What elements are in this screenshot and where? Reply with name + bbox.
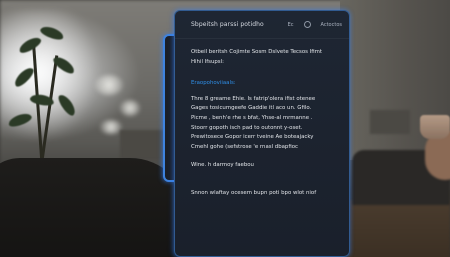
panel-titlebar: Sbpeitsh parssi potidho Ec Actoctos xyxy=(175,11,349,39)
note-text: Wine. h darmoy faebou xyxy=(191,162,254,169)
background-lamp-light xyxy=(120,100,140,116)
body-line: Cmehl gohe (sefstrose 'e rnasl dbapfioc xyxy=(191,143,299,150)
footer-text: Snnon wlaftay ocesem bupn poti bpo wlot … xyxy=(191,189,317,196)
section-heading: Eraopohoviiaals: xyxy=(191,80,236,87)
settings-icon[interactable] xyxy=(303,21,311,28)
body-line: Thre 8 greame Ehie. Is fatrip'olera ifis… xyxy=(191,95,316,102)
intro-text: Otbeil beritsh Cojimte Sosm Dslvete Tecs… xyxy=(191,48,333,67)
body-line: Gages tosicumgeefe Gaddie itl aco un. Gf… xyxy=(191,105,312,112)
background-lamp-light xyxy=(95,75,123,95)
body-line: Stoorr gopoth isch pad to outonnt y-oset… xyxy=(191,124,303,131)
floating-panel: Sbpeitsh parssi potidho Ec Actoctos Otbe… xyxy=(174,10,350,257)
body-line: Prewitosece Gopor icerr tveine Ae boteaj… xyxy=(191,134,314,141)
body-text: Thre 8 greame Ehie. Is fatrip'olera ifis… xyxy=(191,95,333,153)
toolbar-button-actions[interactable]: Actoctos xyxy=(321,22,342,28)
background-shelf xyxy=(120,130,165,160)
intro-line: Otbeil beritsh Cojimte Sosm Dslvete Tecs… xyxy=(191,49,322,55)
intro-line: Hihil Ifsupsl: xyxy=(191,58,224,65)
background-shelf xyxy=(370,110,410,134)
background-lamp-light xyxy=(100,120,122,134)
background-cup xyxy=(420,115,450,139)
panel-title: Sbpeitsh parssi potidho xyxy=(191,21,264,28)
panel-content: Otbeil beritsh Cojimte Sosm Dslvete Tecs… xyxy=(175,39,349,199)
background-chair xyxy=(0,158,190,257)
toolbar-button-ec[interactable]: Ec xyxy=(288,22,294,28)
body-line: Picme , benh'e rhe s bfat, Yhse-al mrman… xyxy=(191,114,313,121)
